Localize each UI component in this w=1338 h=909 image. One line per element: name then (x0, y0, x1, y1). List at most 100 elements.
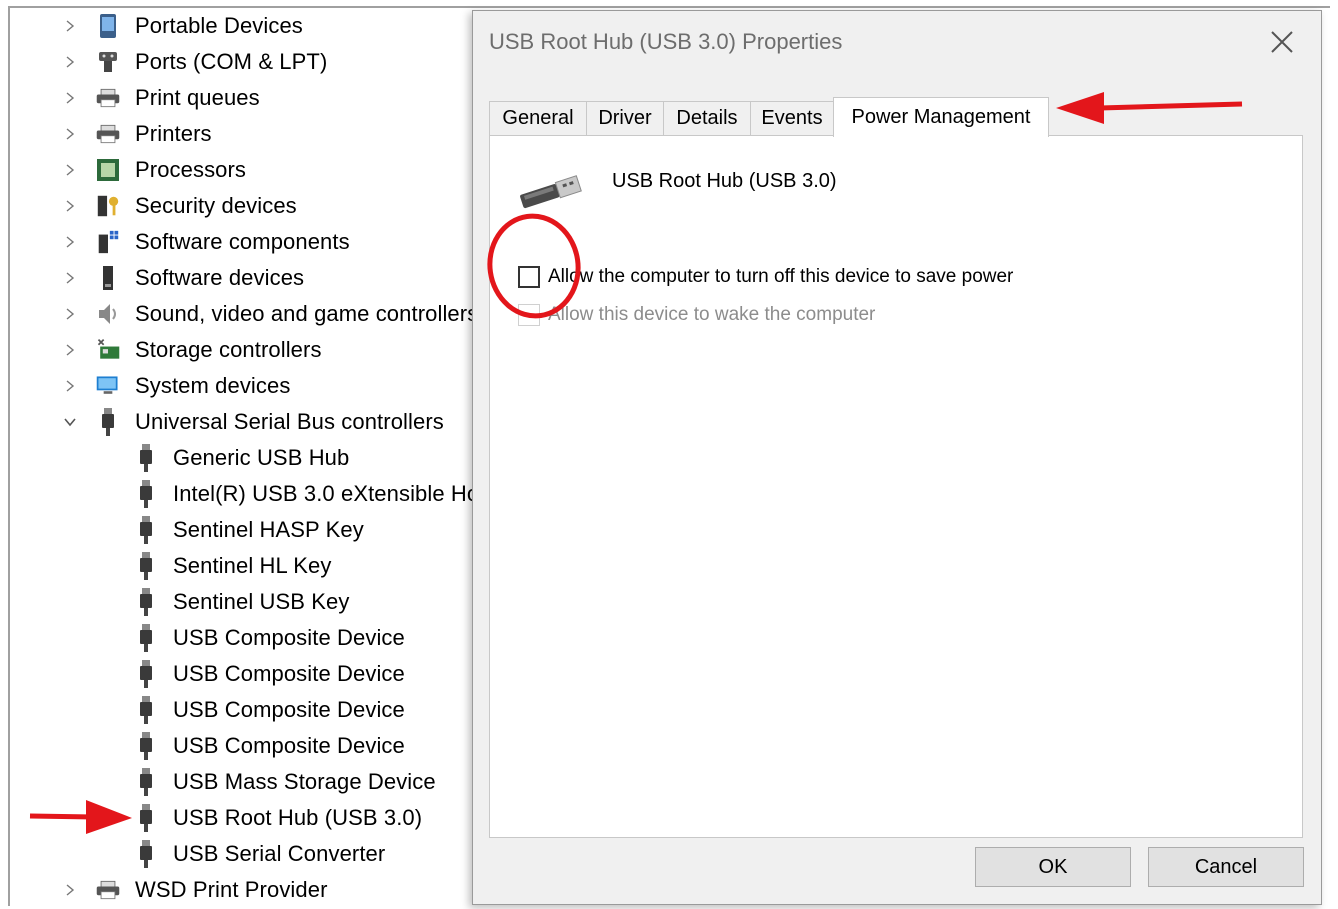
chevron-right-icon[interactable] (63, 379, 77, 393)
allow-wake-label: Allow this device to wake the computer (548, 304, 876, 325)
tree-item-label: Sentinel HL Key (173, 553, 332, 578)
software-component-icon (95, 228, 121, 256)
chevron-right-icon[interactable] (63, 199, 77, 213)
chevron-right-icon[interactable] (63, 883, 77, 897)
tree-device-item[interactable]: Sentinel HASP Key (0, 512, 480, 548)
usb-device-icon (514, 172, 584, 212)
usb-plug-icon (133, 804, 159, 832)
printer-icon (95, 120, 121, 148)
storage-controller-icon (95, 336, 121, 364)
device-name: USB Root Hub (USB 3.0) (612, 170, 837, 192)
tree-item-label: USB Serial Converter (173, 841, 386, 866)
usb-plug-icon (133, 516, 159, 544)
tree-category-item[interactable]: Ports (COM & LPT) (0, 44, 480, 80)
chevron-right-icon[interactable] (63, 235, 77, 249)
tree-item-label: System devices (135, 373, 291, 398)
tree-device-item[interactable]: USB Composite Device (0, 692, 480, 728)
close-icon[interactable] (1267, 27, 1297, 57)
tree-category-item[interactable]: Portable Devices (0, 8, 480, 44)
tree-item-label: Print queues (135, 85, 260, 110)
tree-device-item[interactable]: USB Composite Device (0, 656, 480, 692)
tab-details[interactable]: Details (663, 101, 751, 135)
tree-category-item[interactable]: WSD Print Provider (0, 872, 480, 908)
usb-plug-icon (133, 588, 159, 616)
tab-events[interactable]: Events (750, 101, 834, 135)
software-device-icon (95, 264, 121, 292)
usb-plug-icon (133, 696, 159, 724)
ok-button[interactable]: OK (975, 847, 1131, 887)
tree-device-item[interactable]: USB Mass Storage Device (0, 764, 480, 800)
tree-device-item[interactable]: Intel(R) USB 3.0 eXtensible Host Control… (0, 476, 480, 512)
tree-category-item[interactable]: Software components (0, 224, 480, 260)
tree-category-item[interactable]: Printers (0, 116, 480, 152)
chevron-right-icon[interactable] (63, 91, 77, 105)
tree-device-item[interactable]: Sentinel HL Key (0, 548, 480, 584)
tree-category-item[interactable]: Universal Serial Bus controllers (0, 404, 480, 440)
speaker-icon (95, 300, 121, 328)
chevron-right-icon[interactable] (63, 163, 77, 177)
power-management-panel: USB Root Hub (USB 3.0) Allow the compute… (489, 135, 1303, 838)
tree-category-item[interactable]: Storage controllers (0, 332, 480, 368)
usb-plug-icon (95, 408, 121, 436)
dialog-title: USB Root Hub (USB 3.0) Properties (489, 29, 843, 54)
printer-icon (95, 876, 121, 904)
usb-plug-icon (133, 660, 159, 688)
tree-device-item[interactable]: USB Composite Device (0, 620, 480, 656)
tree-item-label: Printers (135, 121, 212, 146)
tree-item-label: USB Composite Device (173, 625, 405, 650)
port-icon (95, 48, 121, 76)
tab-driver[interactable]: Driver (586, 101, 664, 135)
tree-category-item[interactable]: Software devices (0, 260, 480, 296)
chevron-right-icon[interactable] (63, 127, 77, 141)
processor-icon (95, 156, 121, 184)
chevron-down-icon[interactable] (63, 415, 77, 429)
allow-turn-off-checkbox[interactable] (518, 266, 540, 288)
tree-category-item[interactable]: Print queues (0, 80, 480, 116)
tree-device-item[interactable]: USB Composite Device (0, 728, 480, 764)
tree-device-item[interactable]: USB Serial Converter (0, 836, 480, 872)
usb-plug-icon (133, 768, 159, 796)
tree-item-label: Sentinel USB Key (173, 589, 350, 614)
tree-item-label: Sound, video and game controllers (135, 301, 479, 326)
computer-icon (95, 372, 121, 400)
tree-category-item[interactable]: System devices (0, 368, 480, 404)
tree-device-item[interactable]: Generic USB Hub (0, 440, 480, 476)
usb-plug-icon (133, 732, 159, 760)
usb-plug-icon (133, 624, 159, 652)
tree-item-label: USB Composite Device (173, 733, 405, 758)
device-tree: Portable Devices Ports (COM & LPT) Print q… (0, 8, 480, 909)
chevron-right-icon[interactable] (63, 343, 77, 357)
usb-plug-icon (133, 840, 159, 868)
tree-device-item[interactable]: USB Root Hub (USB 3.0) (0, 800, 480, 836)
tree-item-label: Storage controllers (135, 337, 322, 362)
usb-plug-icon (133, 444, 159, 472)
tree-device-item[interactable]: Sentinel USB Key (0, 584, 480, 620)
tree-item-label: Ports (COM & LPT) (135, 49, 328, 74)
chevron-right-icon[interactable] (63, 307, 77, 321)
chevron-right-icon[interactable] (63, 19, 77, 33)
chevron-right-icon[interactable] (63, 271, 77, 285)
tree-item-label: Portable Devices (135, 13, 303, 38)
tree-category-item[interactable]: Processors (0, 152, 480, 188)
tree-item-label: Sentinel HASP Key (173, 517, 364, 542)
tree-item-label: Universal Serial Bus controllers (135, 409, 444, 434)
tab-power-management[interactable]: Power Management (833, 97, 1049, 137)
tree-item-label: Generic USB Hub (173, 445, 350, 470)
tree-item-label: Software devices (135, 265, 305, 290)
printer-icon (95, 84, 121, 112)
tree-category-item[interactable]: Security devices (0, 188, 480, 224)
tab-general[interactable]: General (489, 101, 587, 135)
allow-turn-off-label[interactable]: Allow the computer to turn off this devi… (548, 266, 1013, 288)
tree-item-label: Intel(R) USB 3.0 eXtensible Host Control… (173, 481, 480, 506)
chevron-right-icon[interactable] (63, 55, 77, 69)
cancel-button[interactable]: Cancel (1148, 847, 1304, 887)
tree-item-label: Processors (135, 157, 247, 182)
tree-item-label: USB Root Hub (USB 3.0) (173, 805, 423, 830)
properties-dialog: USB Root Hub (USB 3.0) Properties Genera… (472, 10, 1322, 905)
tree-item-label: Security devices (135, 193, 297, 218)
usb-plug-icon (133, 480, 159, 508)
tree-item-label: USB Composite Device (173, 661, 405, 686)
tree-category-item[interactable]: Sound, video and game controllers (0, 296, 480, 332)
allow-wake-checkbox (518, 304, 540, 326)
portable-device-icon (95, 12, 121, 40)
